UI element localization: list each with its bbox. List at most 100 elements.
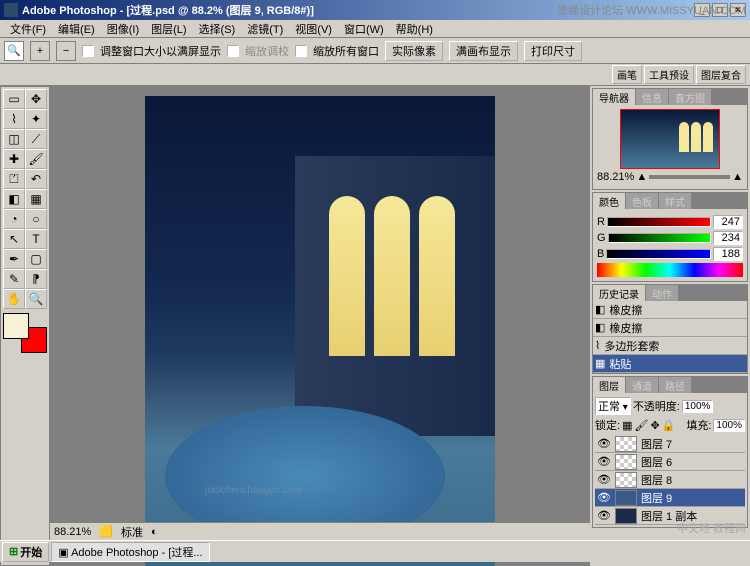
resize-checkbox[interactable] <box>82 45 94 57</box>
menubar: 文件(F) 编辑(E) 图像(I) 图层(L) 选择(S) 滤镜(T) 视图(V… <box>0 20 750 38</box>
lasso-tool[interactable]: ⌇ <box>3 109 25 129</box>
wand-tool[interactable]: ✦ <box>25 109 47 129</box>
eyedropper-tool[interactable]: ⁋ <box>25 269 47 289</box>
b-slider[interactable] <box>606 249 711 259</box>
marquee-tool[interactable]: ▭ <box>3 89 25 109</box>
visibility-icon[interactable]: 👁 <box>597 473 611 486</box>
history-item[interactable]: ⌇多边形套索 <box>593 337 747 355</box>
hand-tool[interactable]: ✋ <box>3 289 25 309</box>
foreground-color[interactable] <box>3 313 29 339</box>
color-ramp[interactable] <box>597 263 743 277</box>
zoom-tool[interactable]: 🔍 <box>25 289 47 309</box>
history-item[interactable]: ◧橡皮擦 <box>593 319 747 337</box>
lock-trans-icon[interactable]: ▦ <box>622 419 632 432</box>
visibility-icon[interactable]: 👁 <box>597 491 611 504</box>
start-button[interactable]: ⊞ 开始 <box>2 542 49 562</box>
tab-layers[interactable]: 图层 <box>593 377 626 393</box>
dodge-tool[interactable]: ○ <box>25 209 47 229</box>
status-zoom[interactable]: 88.21% <box>54 526 91 538</box>
history-item[interactable]: ◧橡皮擦 <box>593 301 747 319</box>
type-tool[interactable]: T <box>25 229 47 249</box>
zoom-tighten-checkbox[interactable] <box>227 45 239 57</box>
slice-tool[interactable]: ⟋ <box>25 129 47 149</box>
menu-edit[interactable]: 编辑(E) <box>52 21 101 37</box>
actual-pixels-button[interactable]: 实际像素 <box>385 41 443 61</box>
document-canvas[interactable]: jiaochenchangce.com <box>145 96 495 566</box>
tab-navigator[interactable]: 导航器 <box>593 89 636 105</box>
crop-tool[interactable]: ◫ <box>3 129 25 149</box>
palette-layer-comps[interactable]: 图层复合 <box>696 65 746 84</box>
statusbar: 88.21% 🟨 标准 ◐ <box>50 522 590 540</box>
fit-screen-button[interactable]: 满画布显示 <box>449 41 518 61</box>
visibility-icon[interactable]: 👁 <box>597 509 611 522</box>
fill-input[interactable]: 100% <box>713 419 745 432</box>
blur-tool[interactable]: ◔ <box>3 209 25 229</box>
heal-tool[interactable]: ✚ <box>3 149 25 169</box>
r-slider[interactable] <box>607 217 711 227</box>
menu-filter[interactable]: 滤镜(T) <box>241 21 289 37</box>
zoom-in-icon[interactable]: + <box>30 41 50 61</box>
menu-file[interactable]: 文件(F) <box>4 21 52 37</box>
layer-row[interactable]: 👁图层 6 <box>595 453 745 471</box>
zoom-out-icon[interactable]: − <box>56 41 76 61</box>
tab-histogram[interactable]: 直方图 <box>669 89 712 105</box>
lasso-icon: ⌇ <box>595 339 600 352</box>
menu-view[interactable]: 视图(V) <box>289 21 338 37</box>
b-value[interactable]: 188 <box>713 247 743 261</box>
print-size-button[interactable]: 打印尺寸 <box>524 41 582 61</box>
navigator-zoom-in-icon[interactable]: ▲ <box>732 171 743 183</box>
visibility-icon[interactable]: 👁 <box>597 455 611 468</box>
g-value[interactable]: 234 <box>713 231 743 245</box>
navigator-thumbnail[interactable] <box>620 109 720 169</box>
menu-help[interactable]: 帮助(H) <box>390 21 439 37</box>
lock-all-icon[interactable]: 🔒 <box>662 419 676 432</box>
notes-tool[interactable]: ✎ <box>3 269 25 289</box>
tab-channels[interactable]: 通道 <box>626 377 659 393</box>
palette-brushes[interactable]: 画笔 <box>612 65 642 84</box>
lock-paint-icon[interactable]: 🖌 <box>634 419 648 432</box>
history-item[interactable]: ▦粘贴 <box>593 355 747 373</box>
menu-layer[interactable]: 图层(L) <box>145 21 192 37</box>
r-value[interactable]: 247 <box>713 215 743 229</box>
layer-row[interactable]: 👁图层 9 <box>595 489 745 507</box>
layer-row[interactable]: 👁图层 8 <box>595 471 745 489</box>
zoom-tool-icon[interactable]: 🔍 <box>4 41 24 61</box>
opacity-input[interactable]: 100% <box>682 400 714 413</box>
pen-tool[interactable]: ✒ <box>3 249 25 269</box>
shape-tool[interactable]: ▢ <box>25 249 47 269</box>
tab-styles[interactable]: 样式 <box>659 193 692 209</box>
tab-history[interactable]: 历史记录 <box>593 285 646 301</box>
navigator-zoom-slider[interactable] <box>649 175 730 179</box>
layers-panel: 图层 通道 路径 正常 ▾ 不透明度: 100% 锁定: ▦ 🖌 ✥ 🔒 填充: <box>592 376 748 528</box>
tab-paths[interactable]: 路径 <box>659 377 692 393</box>
tab-color[interactable]: 颜色 <box>593 193 626 209</box>
brush-tool[interactable]: 🖌 <box>25 149 47 169</box>
move-tool[interactable]: ✥ <box>25 89 47 109</box>
history-panel: 历史记录 动作 ◧橡皮擦 ◧橡皮擦 ⌇多边形套索 ▦粘贴 <box>592 284 748 374</box>
navigator-zoom-out-icon[interactable]: ▲ <box>636 171 647 183</box>
layer-row[interactable]: 👁图层 7 <box>595 435 745 453</box>
menu-select[interactable]: 选择(S) <box>193 21 242 37</box>
history-brush-tool[interactable]: ↶ <box>25 169 47 189</box>
tab-info[interactable]: 信息 <box>636 89 669 105</box>
blend-mode-select[interactable]: 正常 ▾ <box>595 397 631 415</box>
canvas-area[interactable]: jiaochenchangce.com <box>50 86 590 566</box>
lock-move-icon[interactable]: ✥ <box>650 419 659 432</box>
taskbar-item[interactable]: ▣ Adobe Photoshop - [过程... <box>51 542 209 562</box>
b-label: B <box>597 248 604 260</box>
color-swatch <box>3 313 47 353</box>
visibility-icon[interactable]: 👁 <box>597 437 611 450</box>
zoom-all-checkbox[interactable] <box>295 45 307 57</box>
path-tool[interactable]: ↖ <box>3 229 25 249</box>
gradient-tool[interactable]: ▦ <box>25 189 47 209</box>
canvas-content <box>295 156 495 436</box>
watermark-top: 思缘设计论坛 WWW.MISSYUAN.COM <box>557 2 746 18</box>
palette-tool-presets[interactable]: 工具预设 <box>644 65 694 84</box>
menu-image[interactable]: 图像(I) <box>101 21 145 37</box>
stamp-tool[interactable]: ⏍ <box>3 169 25 189</box>
menu-window[interactable]: 窗口(W) <box>338 21 390 37</box>
tab-swatches[interactable]: 色板 <box>626 193 659 209</box>
tab-actions[interactable]: 动作 <box>646 285 679 301</box>
eraser-tool[interactable]: ◧ <box>3 189 25 209</box>
g-slider[interactable] <box>608 233 711 243</box>
